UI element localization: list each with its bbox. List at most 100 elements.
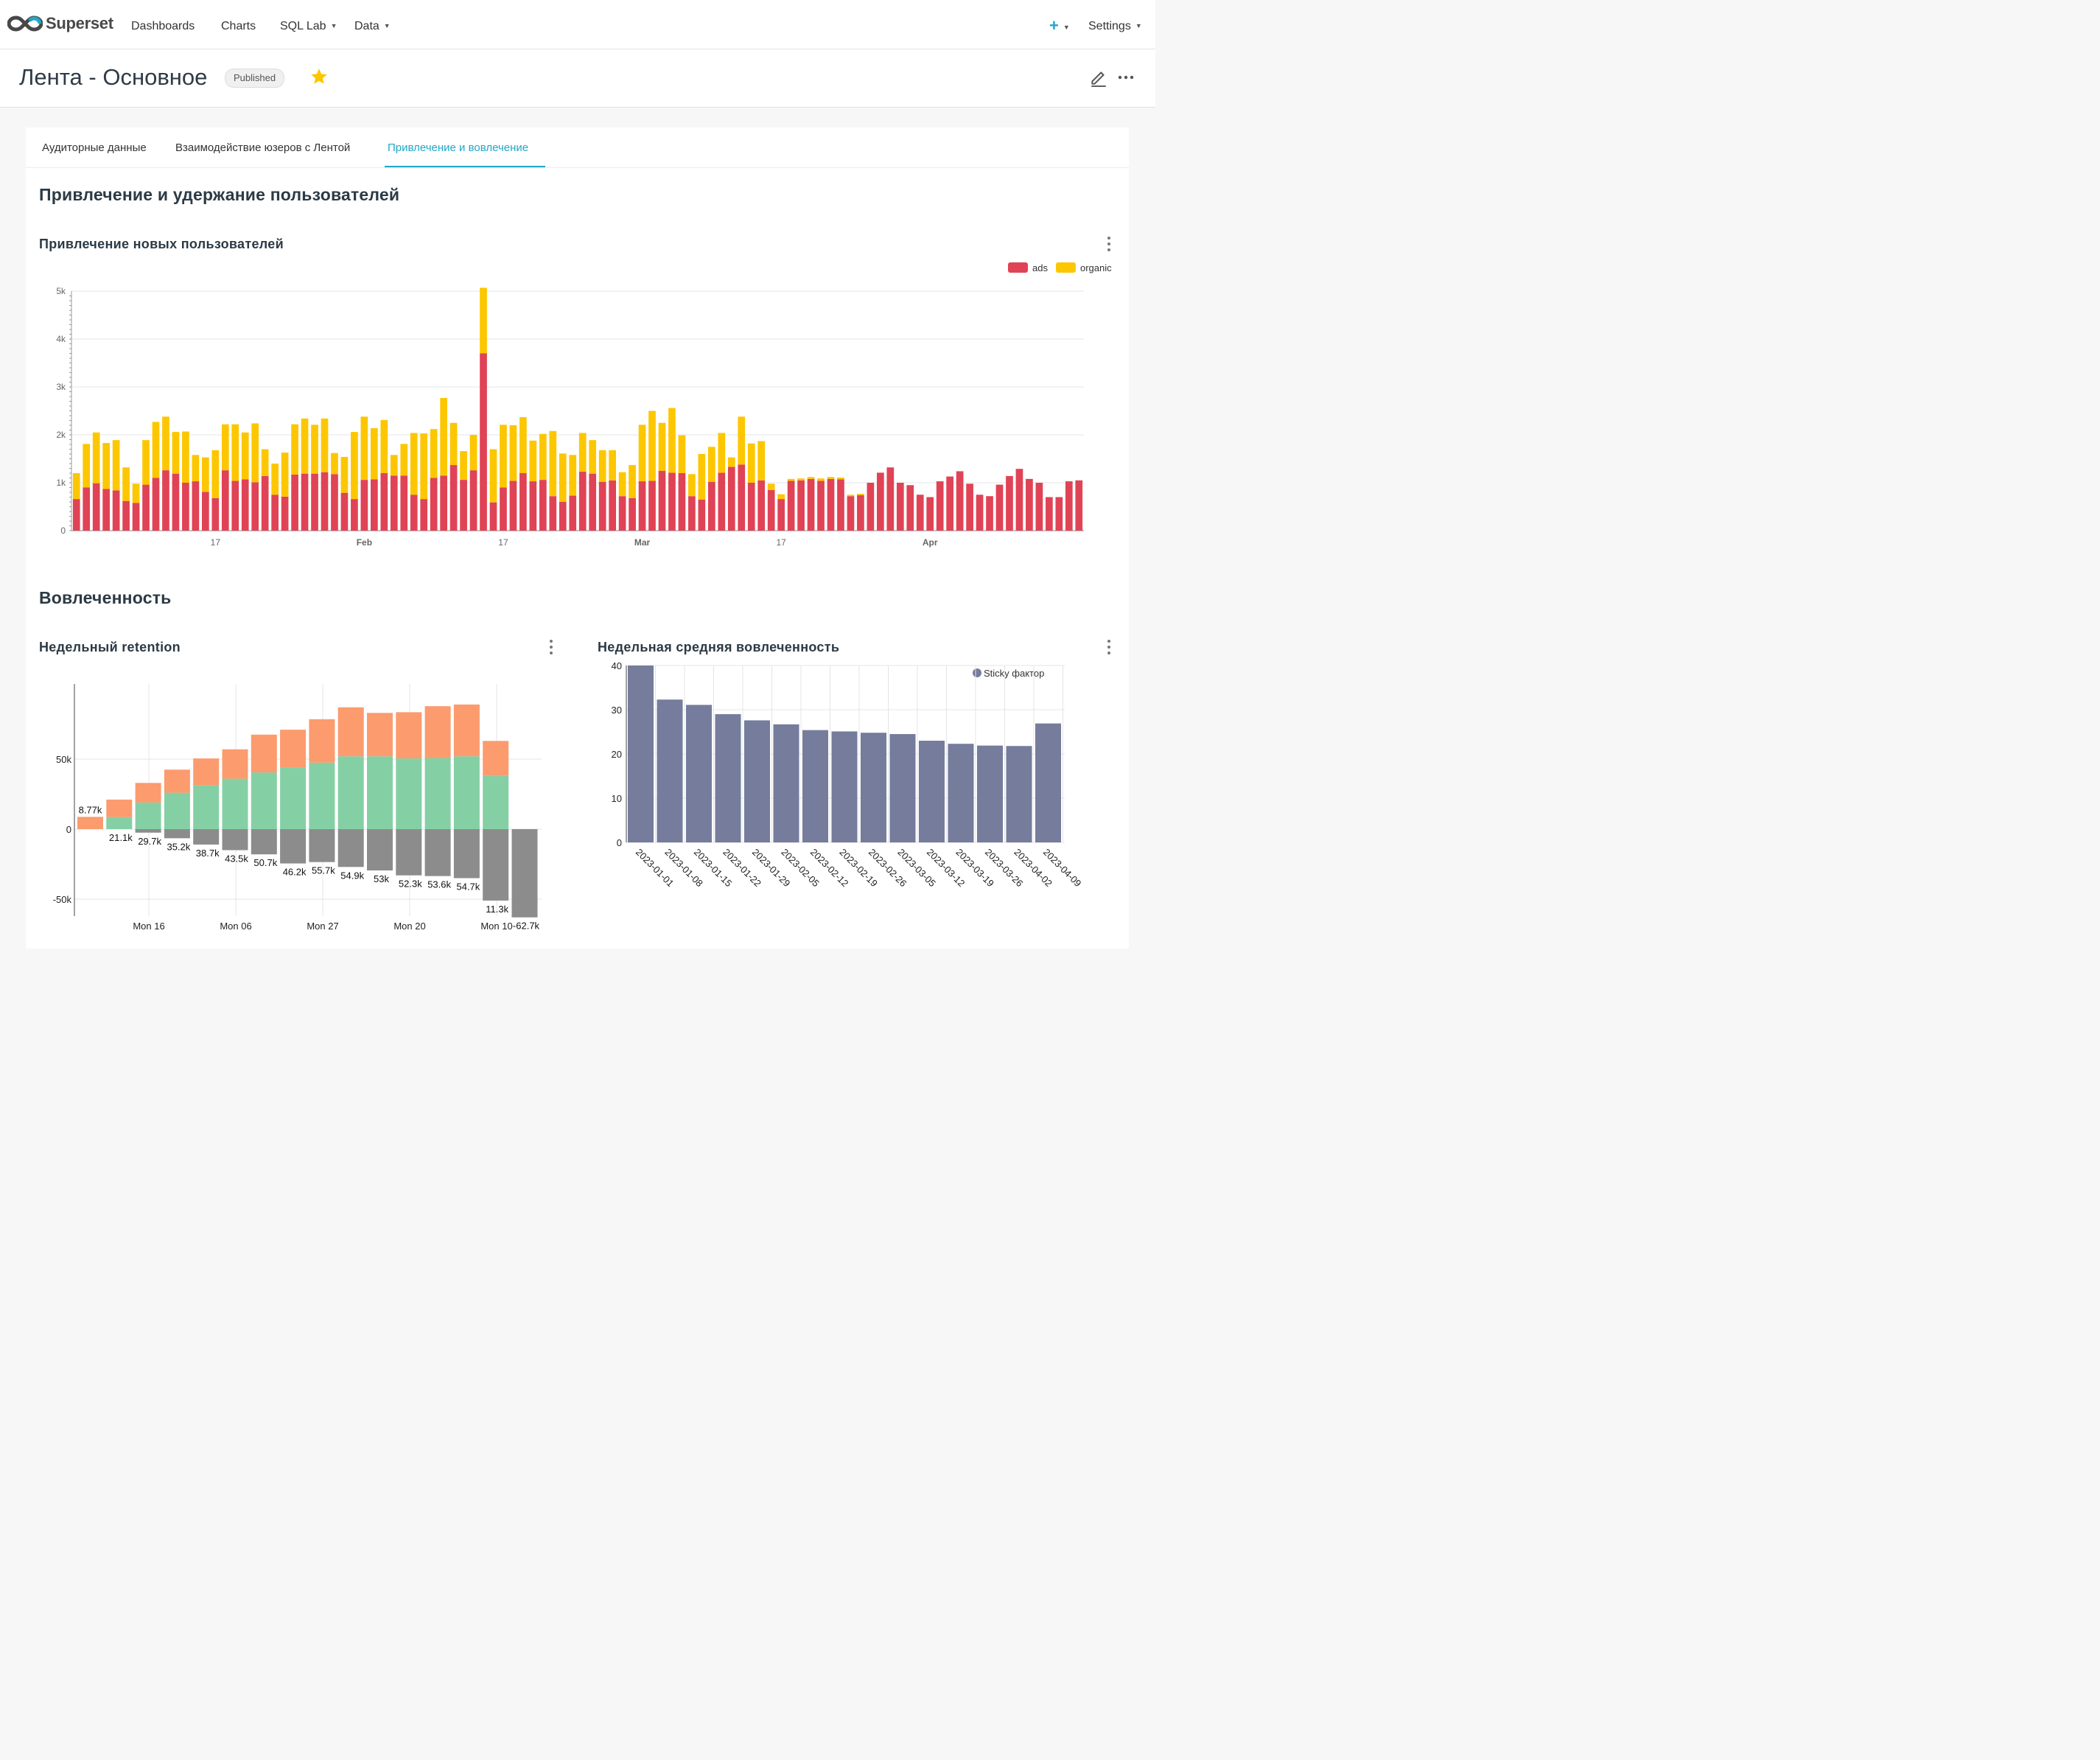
bar-ads[interactable] <box>946 476 953 531</box>
bar-ads[interactable] <box>311 473 318 531</box>
bar-ads[interactable] <box>837 479 844 531</box>
bar-retained[interactable] <box>135 802 161 829</box>
bar-organic[interactable] <box>767 483 775 490</box>
bar-organic[interactable] <box>509 425 517 481</box>
bar-sticky[interactable] <box>1006 746 1032 842</box>
bar-gone[interactable] <box>135 829 161 833</box>
bar-new[interactable] <box>280 730 307 768</box>
bar-organic[interactable] <box>638 425 646 482</box>
bar-organic[interactable] <box>182 431 189 483</box>
bar-organic[interactable] <box>708 447 715 482</box>
bar-ads[interactable] <box>1026 478 1033 531</box>
bar-ads[interactable] <box>251 482 259 531</box>
bar-organic[interactable] <box>311 425 318 474</box>
bar-ads[interactable] <box>102 489 110 531</box>
bar-organic[interactable] <box>837 477 844 480</box>
bar-organic[interactable] <box>211 450 220 498</box>
bar-retained[interactable] <box>424 758 451 829</box>
bar-organic[interactable] <box>231 424 239 481</box>
bar-organic[interactable] <box>202 457 209 492</box>
bar-ads[interactable] <box>371 479 378 531</box>
bar-organic[interactable] <box>480 287 487 354</box>
bar-ads[interactable] <box>995 484 1004 531</box>
bar-retained[interactable] <box>367 756 393 829</box>
bar-organic[interactable] <box>489 449 497 503</box>
bar-ads[interactable] <box>598 481 606 531</box>
nav-sql-lab[interactable]: SQL Lab ▼ <box>280 20 337 33</box>
bar-organic[interactable] <box>132 483 140 503</box>
bar-retained[interactable] <box>453 756 480 829</box>
bar-sticky[interactable] <box>628 666 654 842</box>
bar-ads[interactable] <box>1006 475 1013 531</box>
bar-gone[interactable] <box>367 829 393 871</box>
bar-gone[interactable] <box>222 829 248 851</box>
bar-organic[interactable] <box>92 432 100 483</box>
bar-organic[interactable] <box>261 449 269 476</box>
bar-ads[interactable] <box>827 478 835 531</box>
legend[interactable]: ads organic <box>1008 262 1112 273</box>
bar-ads[interactable] <box>202 492 209 531</box>
bar-ads[interactable] <box>787 481 795 531</box>
bar-ads[interactable] <box>132 503 140 531</box>
bar-organic[interactable] <box>738 416 746 465</box>
bar-organic[interactable] <box>400 444 408 476</box>
bar-ads[interactable] <box>172 473 180 531</box>
bar-ads[interactable] <box>321 472 329 531</box>
bar-new[interactable] <box>135 783 161 803</box>
bar-ads[interactable] <box>926 497 934 531</box>
bar-organic[interactable] <box>668 408 676 473</box>
bar-ads[interactable] <box>72 499 80 531</box>
bar-ads[interactable] <box>390 475 398 531</box>
bar-new[interactable] <box>251 734 277 773</box>
bar-organic[interactable] <box>618 472 626 497</box>
bar-organic[interactable] <box>569 455 577 496</box>
bar-organic[interactable] <box>122 467 130 501</box>
bar-gone[interactable] <box>453 829 480 879</box>
bar-ads[interactable] <box>152 478 160 531</box>
edit-icon[interactable] <box>1089 68 1108 87</box>
bar-ads[interactable] <box>500 487 507 531</box>
bar-ads[interactable] <box>877 472 884 531</box>
bar-ads[interactable] <box>986 496 993 531</box>
bar-retained[interactable] <box>483 775 509 829</box>
bar-ads[interactable] <box>896 483 904 531</box>
bar-ads[interactable] <box>449 464 458 531</box>
superset-logo[interactable]: Superset <box>7 13 113 34</box>
bar-sticky[interactable] <box>889 734 916 842</box>
nav-data[interactable]: Data ▼ <box>354 20 391 33</box>
bar-ads[interactable] <box>261 475 269 531</box>
bar-new[interactable] <box>396 712 422 759</box>
bar-ads[interactable] <box>817 481 825 531</box>
bar-ads[interactable] <box>301 473 309 531</box>
bar-ads[interactable] <box>757 480 766 531</box>
bar-ads[interactable] <box>142 484 150 531</box>
bar-organic[interactable] <box>777 494 785 500</box>
bar-ads[interactable] <box>231 481 239 531</box>
bar-ads[interactable] <box>360 480 368 531</box>
bar-ads[interactable] <box>727 467 735 531</box>
bar-organic[interactable] <box>460 451 467 481</box>
bar-ads[interactable] <box>420 499 428 531</box>
bar-organic[interactable] <box>469 435 477 471</box>
bar-organic[interactable] <box>718 433 726 473</box>
bar-ads[interactable] <box>469 470 477 531</box>
bar-ads[interactable] <box>410 495 418 531</box>
bar-ads[interactable] <box>956 471 964 531</box>
bar-organic[interactable] <box>241 432 249 480</box>
bar-new[interactable] <box>77 817 103 829</box>
bar-ads[interactable] <box>83 487 91 531</box>
bar-gone[interactable] <box>280 829 307 864</box>
bar-new[interactable] <box>106 799 133 817</box>
bar-organic[interactable] <box>340 456 349 493</box>
bar-gone[interactable] <box>193 829 220 845</box>
bar-sticky[interactable] <box>802 730 828 842</box>
bar-sticky[interactable] <box>715 714 741 842</box>
bar-ads[interactable] <box>678 473 686 531</box>
bar-organic[interactable] <box>192 455 200 482</box>
bar-organic[interactable] <box>519 416 527 473</box>
bar-organic[interactable] <box>797 478 805 481</box>
new-item-button[interactable]: + ▼ <box>1049 16 1070 35</box>
bar-retained[interactable] <box>106 817 133 829</box>
bar-organic[interactable] <box>410 433 418 495</box>
bar-gone[interactable] <box>511 829 538 918</box>
